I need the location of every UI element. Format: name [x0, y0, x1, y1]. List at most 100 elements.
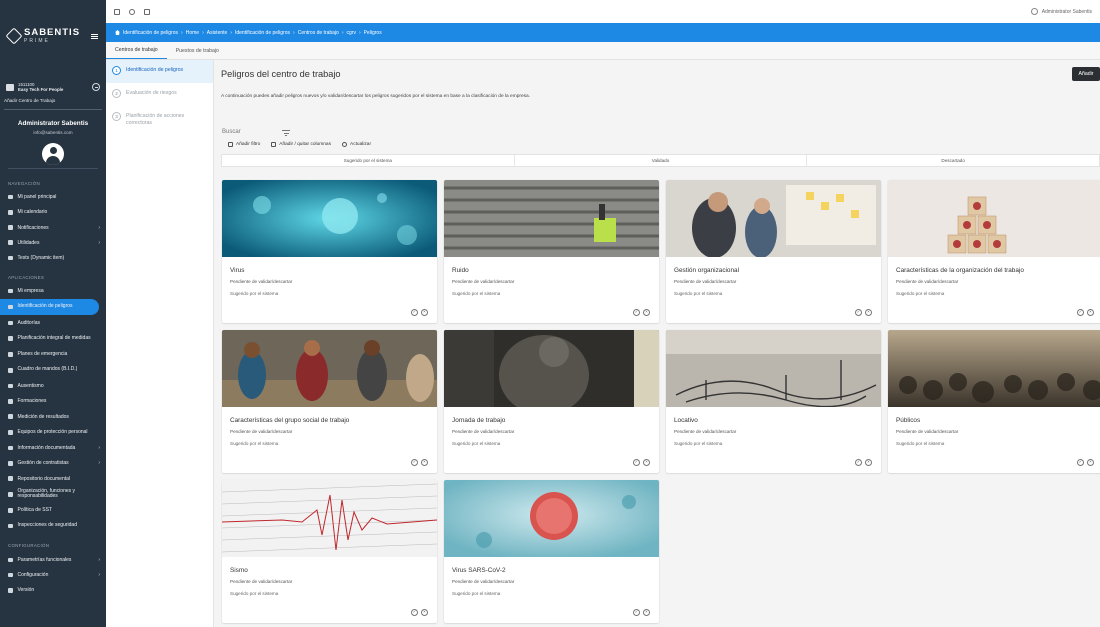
step-corrective-actions[interactable]: 3 Planificación de acciones correctoras	[106, 106, 213, 134]
sidebar-item[interactable]: Equipos de protección personal	[0, 424, 106, 441]
discard-x-icon[interactable]: ×	[865, 309, 872, 316]
sidebar-item[interactable]: Planes de emergencia	[0, 347, 106, 362]
sidebar-item[interactable]: Ausentismo	[0, 379, 106, 394]
top-user-menu[interactable]: Administrator Sabentis	[1030, 8, 1092, 15]
hazard-card-source: Sugerido por el sistema	[230, 291, 279, 296]
sidebar-item[interactable]: Gestión de contratistas ›	[0, 456, 106, 471]
hazard-card[interactable]: Locativo Pendiente de validar/descartar Su…	[666, 330, 881, 473]
mail-icon[interactable]	[144, 8, 150, 15]
validate-check-icon[interactable]: ✓	[633, 459, 640, 466]
menu-icon	[8, 445, 13, 451]
tab-work-centers[interactable]: Centros de trabajo	[106, 47, 167, 59]
breadcrumb-item[interactable]: Home	[186, 30, 199, 36]
sidebar-item-label: Ausentismo	[17, 383, 44, 390]
breadcrumb-item[interactable]: cgrv	[347, 30, 356, 36]
sidebar-item[interactable]: Repositorio documental	[0, 471, 106, 486]
breadcrumb-item[interactable]: Identificación de peligros	[235, 30, 290, 36]
sidebar-item-label: Planificación integral de medidas	[17, 334, 91, 341]
discard-x-icon[interactable]: ×	[421, 309, 428, 316]
sidebar-item[interactable]: Cuadro de mandos (B.I.D.)	[0, 362, 106, 379]
home-icon[interactable]	[115, 30, 120, 35]
sidebar-item[interactable]: Utilidades ›	[0, 235, 106, 250]
avatar[interactable]	[42, 142, 64, 165]
add-work-center-link[interactable]: Añadir Centro de Trabajo	[0, 93, 106, 103]
hazard-card[interactable]: Características del grupo social de trab…	[222, 330, 437, 473]
tab-job-positions[interactable]: Puestos de trabajo	[167, 48, 228, 59]
validate-check-icon[interactable]: ✓	[411, 459, 418, 466]
validate-check-icon[interactable]: ✓	[411, 309, 418, 316]
discard-x-icon[interactable]: ×	[643, 609, 650, 616]
validate-check-icon[interactable]: ✓	[633, 309, 640, 316]
filter-icon[interactable]	[282, 130, 290, 136]
breadcrumb-item[interactable]: Peligros	[364, 30, 382, 36]
company-selector[interactable]: 1511100 Easy Tech For People	[0, 72, 106, 93]
sidebar-item[interactable]: Versión	[0, 583, 106, 598]
hazard-card[interactable]: Gestión organizacional Pendiente de valid…	[666, 180, 881, 323]
collapse-company-icon[interactable]	[92, 83, 100, 92]
filter-suggested[interactable]: Sugerido por el sistema	[222, 155, 515, 166]
sidebar-item[interactable]: Identificación de peligros	[0, 298, 99, 316]
discard-x-icon[interactable]: ×	[865, 459, 872, 466]
sidebar-item[interactable]: Tests (Dynamic item)	[0, 250, 106, 265]
sidebar-item[interactable]: Planificación integral de medidas	[0, 330, 106, 347]
sidebar-item[interactable]: Configuración ›	[0, 568, 106, 583]
sidebar-item[interactable]: Inspecciones de seguridad	[0, 518, 106, 535]
sidebar-item[interactable]: Notificaciones ›	[0, 220, 106, 235]
hazard-card[interactable]: Jornada de trabajo Pendiente de validar/d…	[444, 330, 659, 473]
validate-check-icon[interactable]: ✓	[1077, 309, 1084, 316]
validate-check-icon[interactable]: ✓	[411, 609, 418, 616]
discard-x-icon[interactable]: ×	[1087, 459, 1094, 466]
hazard-card[interactable]: Ruido Pendiente de validar/descartar Suger…	[444, 180, 659, 323]
add-button[interactable]: Añadir	[1072, 67, 1100, 81]
filter-discarded[interactable]: Descartado	[807, 155, 1099, 166]
hazard-card[interactable]: Virus Pendiente de validar/descartar Suger…	[222, 180, 437, 323]
sidebar-item[interactable]: Mi panel principal	[0, 190, 106, 205]
columns-button[interactable]: Añadir / quitar columnas	[271, 142, 331, 147]
sidebar-item[interactable]: Organización, funciones y responsabilida…	[0, 486, 106, 503]
bug-icon[interactable]	[129, 8, 135, 15]
refresh-button[interactable]: Actualizar	[342, 142, 371, 147]
chevron-right-icon: ›	[98, 445, 100, 452]
hazard-card[interactable]: Sismo Pendiente de validar/descartar Suger…	[222, 480, 437, 623]
add-filter-button[interactable]: Añadir filtro	[228, 142, 260, 147]
sidebar-item[interactable]: Información documentada ›	[0, 441, 106, 456]
logo[interactable]: SABENTIS PRIME	[0, 0, 106, 72]
sidebar-item[interactable]: Medición de resultados	[0, 409, 106, 424]
validate-check-icon[interactable]: ✓	[855, 309, 862, 316]
step-risk-evaluation[interactable]: 2 Evaluación de riesgos	[106, 83, 213, 106]
hazard-card-image	[444, 180, 659, 257]
breadcrumb-item[interactable]: Centros de trabajo	[298, 30, 339, 36]
user-circle-icon	[1030, 8, 1038, 15]
sidebar-item[interactable]: Mi calendario	[0, 205, 106, 220]
hazard-card-actions: ✓ ×	[633, 309, 650, 316]
validate-check-icon[interactable]: ✓	[855, 459, 862, 466]
breadcrumb-separator-icon: ›	[202, 29, 204, 36]
sidebar-item[interactable]: Parametrías funcionales ›	[0, 552, 106, 567]
discard-x-icon[interactable]: ×	[421, 609, 428, 616]
discard-x-icon[interactable]: ×	[1087, 309, 1094, 316]
sidebar-item[interactable]: Mi empresa	[0, 284, 106, 299]
validate-check-icon[interactable]: ✓	[633, 609, 640, 616]
breadcrumb-item[interactable]: Asistente	[207, 30, 228, 36]
hazard-card[interactable]: Virus SARS-CoV-2 Pendiente de validar/des…	[444, 480, 659, 623]
tool-label: Añadir filtro	[236, 142, 261, 147]
discard-x-icon[interactable]: ×	[421, 459, 428, 466]
breadcrumb-separator-icon: ›	[358, 29, 361, 36]
discard-x-icon[interactable]: ×	[643, 309, 650, 316]
step-hazard-identification[interactable]: 1 Identificación de peligros	[106, 60, 213, 83]
sidebar-item[interactable]: Formaciones	[0, 394, 106, 409]
breadcrumb-item[interactable]: Identificación de peligros	[123, 30, 178, 36]
hazard-card-actions: ✓ ×	[411, 309, 428, 316]
hazard-card[interactable]: Características de la organización del t…	[888, 180, 1100, 323]
menu-toggle-icon[interactable]	[91, 33, 98, 39]
filter-validated[interactable]: Validado	[515, 155, 808, 166]
sidebar-item[interactable]: Auditorías	[0, 315, 106, 330]
discard-x-icon[interactable]: ×	[643, 459, 650, 466]
sidebar-item[interactable]: Política de SST	[0, 503, 106, 518]
validate-check-icon[interactable]: ✓	[1077, 459, 1084, 466]
company-name: Easy Tech For People	[18, 87, 64, 93]
grid-icon[interactable]	[114, 8, 120, 15]
hazard-card-image	[444, 480, 659, 557]
hazard-card[interactable]: Públicos Pendiente de validar/descartar Su…	[888, 330, 1100, 473]
search-input[interactable]: Buscar	[222, 129, 241, 135]
